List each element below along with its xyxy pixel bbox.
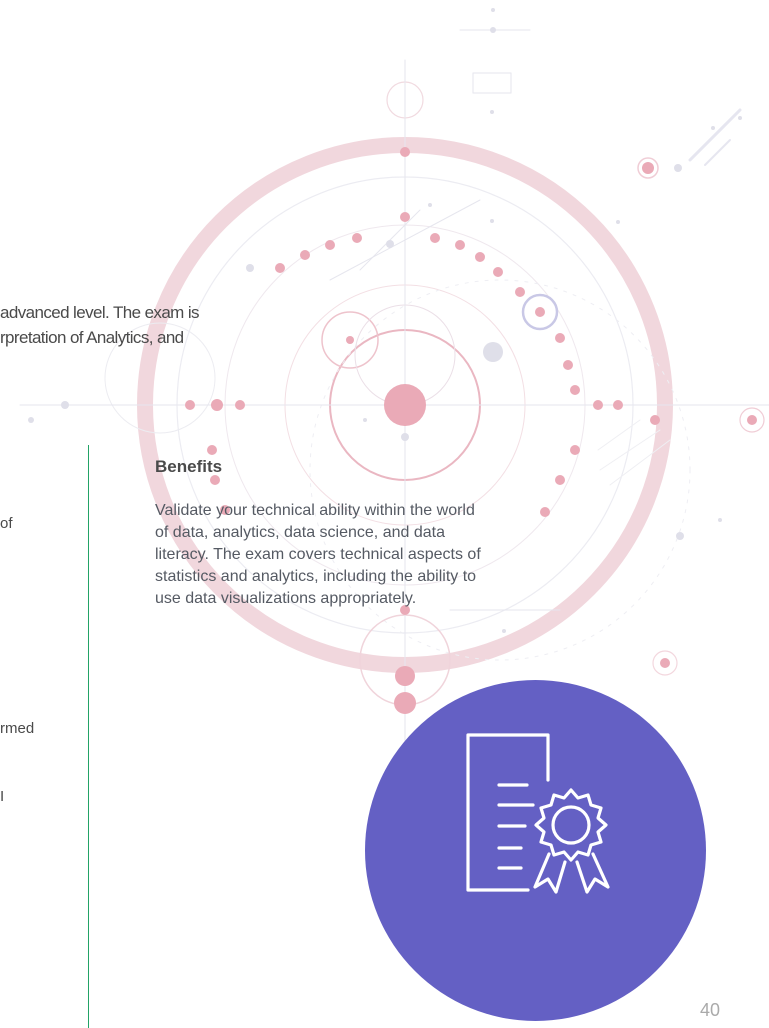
benefits-heading: Benefits bbox=[155, 457, 223, 476]
intro-line: rpretation of Analytics, and bbox=[0, 328, 184, 347]
left-column-fragment: of bbox=[0, 515, 13, 532]
benefits-line: statistics and analytics, including the … bbox=[155, 568, 477, 585]
certificate-badge bbox=[365, 680, 706, 1021]
page-number: 40 bbox=[700, 1000, 721, 1020]
intro-text: advanced level. The exam is rpretation o… bbox=[0, 300, 200, 350]
benefits-line: literacy. The exam covers technical aspe… bbox=[155, 546, 481, 563]
column-divider bbox=[88, 445, 89, 1028]
certificate-icon bbox=[466, 733, 610, 894]
left-column-fragment: rmed bbox=[0, 720, 35, 737]
benefits-paragraph: Validate your technical ability within t… bbox=[155, 500, 595, 610]
left-column-fragment: I bbox=[0, 788, 5, 805]
intro-line: advanced level. The exam is bbox=[0, 303, 200, 322]
benefits-line: Validate your technical ability within t… bbox=[155, 502, 475, 519]
benefits-line: of data, analytics, data science, and da… bbox=[155, 524, 445, 541]
benefits-line: use data visualizations appropriately. bbox=[155, 590, 417, 607]
